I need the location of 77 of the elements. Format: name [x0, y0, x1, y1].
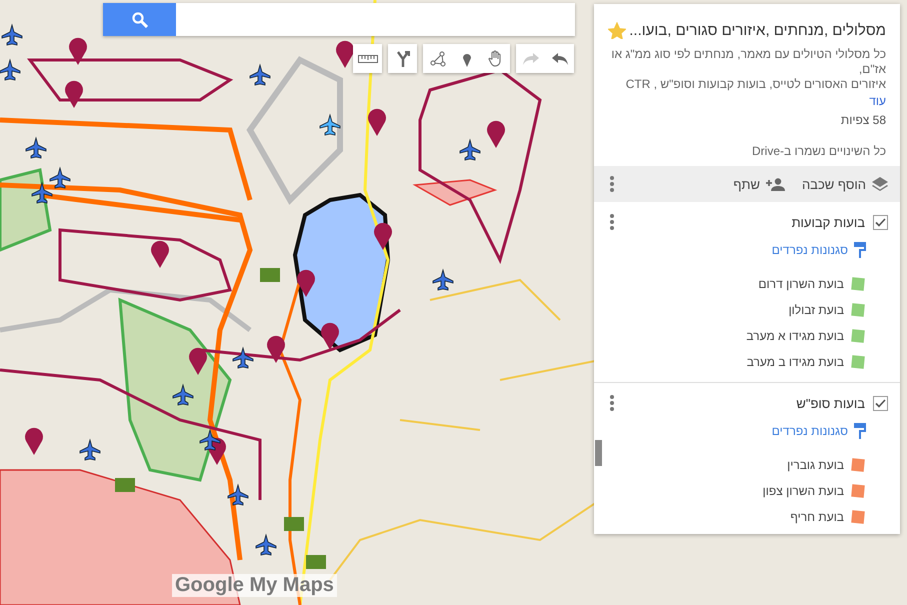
directions-button[interactable] — [388, 44, 417, 73]
restricted-area-polygon[interactable] — [412, 179, 498, 206]
airplane-icon[interactable] — [2, 24, 22, 46]
style-link[interactable]: סגנונות נפרדים — [772, 242, 866, 258]
map-pin-icon[interactable] — [487, 120, 505, 148]
map-description: כל מסלולי הטיולים עם מאמר, מנחתים לפי סוג ממ"ג או אז"ם, איזורים האסורים לטייס, בועות קבועות וסופ"ש , CTR — [610, 47, 886, 92]
view-count: 58 צפיות — [840, 113, 886, 127]
layer-checkbox[interactable] — [873, 214, 888, 230]
map-title: מסלולים ,מנחתים ,איזורים סגורים ,בועו... — [629, 22, 886, 39]
feature-name[interactable]: בועת מגידו א מערב — [746, 329, 844, 343]
map-pin-icon[interactable] — [374, 222, 392, 250]
airplane-icon[interactable] — [0, 58, 20, 80]
ruler-icon — [358, 54, 378, 62]
ruler-tool-button[interactable] — [353, 44, 382, 73]
airplane-icon[interactable] — [228, 484, 248, 506]
map-marker-icon[interactable] — [284, 517, 304, 531]
feature-name[interactable]: בועת מגידו ב מערב — [746, 355, 844, 369]
zone-polygon[interactable] — [118, 298, 232, 482]
feature-name[interactable]: בועת זבולון — [788, 303, 844, 317]
hand-icon — [488, 50, 504, 67]
star-icon[interactable] — [608, 22, 626, 39]
map-pin-icon[interactable] — [69, 38, 87, 65]
search-field[interactable] — [103, 3, 575, 36]
paint-roller-icon — [854, 242, 866, 258]
route-line[interactable] — [0, 228, 402, 502]
airplane-icon[interactable] — [26, 136, 46, 158]
map-marker-icon[interactable] — [260, 268, 280, 282]
map-logo: Google My Maps — [172, 574, 337, 597]
style-link[interactable]: סגנונות נפרדים — [772, 423, 866, 439]
more-link[interactable]: עוד — [869, 94, 886, 108]
airplane-icon[interactable] — [232, 346, 254, 368]
zone-polygon[interactable] — [0, 168, 52, 252]
save-status: כל השינויים נשמרו ב-Drive — [751, 144, 886, 158]
layers-icon — [872, 177, 888, 191]
feature-name[interactable]: בועת השרון צפון — [762, 484, 844, 498]
redo-icon — [522, 52, 538, 64]
layer-name[interactable]: בועות סופ"ש — [796, 396, 865, 410]
undo-button[interactable] — [545, 44, 574, 73]
search-button[interactable] — [103, 3, 176, 36]
feature-name[interactable]: בועת השרון דרום — [758, 277, 844, 291]
airplane-icon[interactable] — [50, 166, 70, 188]
airplane-icon[interactable] — [250, 64, 270, 86]
map-marker-icon[interactable] — [115, 478, 135, 492]
airplane-icon[interactable] — [80, 438, 100, 460]
map-pin-icon[interactable] — [368, 108, 386, 136]
draw-line-button[interactable] — [423, 44, 452, 73]
share-button[interactable]: שתף — [733, 176, 786, 192]
scrollbar-thumb[interactable] — [595, 440, 602, 466]
feature-name[interactable]: בועת חריף — [790, 510, 844, 524]
undo-icon — [552, 52, 568, 64]
airplane-icon[interactable] — [432, 268, 454, 290]
layer-checkbox[interactable] — [873, 396, 888, 410]
airplane-icon[interactable] — [256, 534, 276, 556]
airplane-icon[interactable] — [32, 182, 52, 204]
add-person-icon — [766, 178, 786, 190]
route-line[interactable] — [0, 118, 253, 562]
map-marker-icon[interactable] — [306, 555, 326, 569]
paint-roller-icon — [854, 423, 866, 439]
airplane-icon[interactable] — [200, 428, 220, 450]
map-pin-icon[interactable] — [151, 240, 169, 268]
layer-name[interactable]: בועות קבועות — [792, 214, 865, 230]
airplane-icon[interactable] — [172, 384, 194, 406]
pan-tool-button[interactable] — [481, 44, 510, 73]
map-pin-icon[interactable] — [336, 40, 354, 68]
map-pin-icon[interactable] — [25, 428, 43, 455]
add-layer-button[interactable]: הוסף שכבה — [802, 176, 888, 192]
map-pin-icon[interactable] — [321, 322, 339, 350]
map-pin-icon[interactable] — [267, 336, 285, 363]
fork-arrow-icon — [396, 50, 410, 66]
polyline-icon — [430, 50, 446, 66]
route-line[interactable] — [27, 58, 542, 264]
feature-name[interactable]: בועת גוברין — [787, 458, 844, 472]
search-icon — [132, 12, 148, 28]
airplane-icon[interactable] — [320, 114, 340, 136]
airplane-icon[interactable] — [460, 138, 480, 160]
map-pin-icon[interactable] — [65, 80, 83, 108]
map-pin-icon[interactable] — [297, 270, 315, 297]
